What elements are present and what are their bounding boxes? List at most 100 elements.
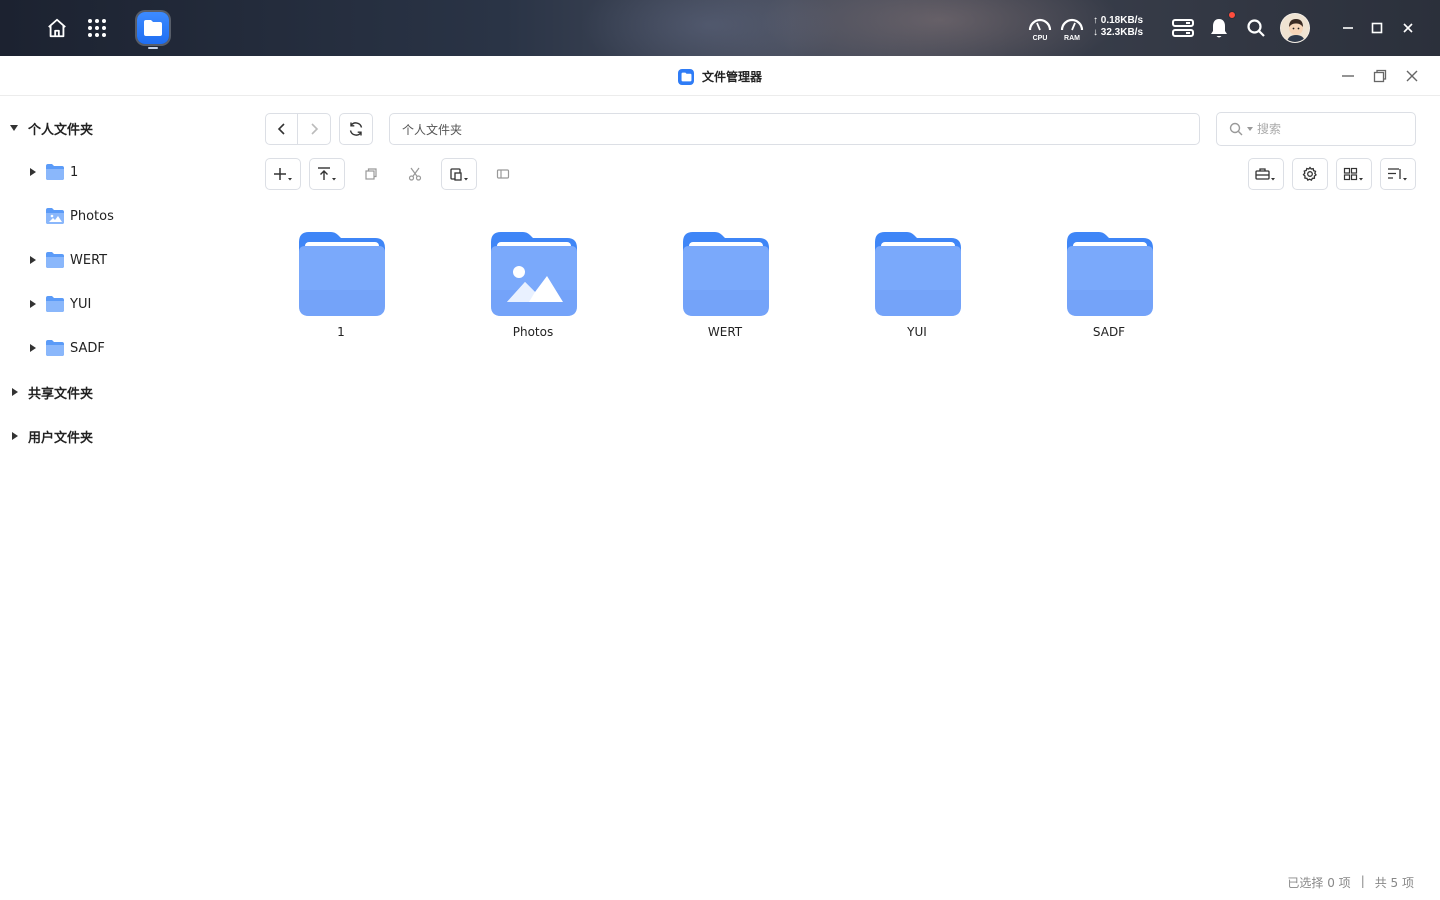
tree-item-folder-sadf[interactable]: SADF <box>0 326 246 370</box>
caret-right-icon[interactable] <box>29 344 37 352</box>
taskbar-maximize-icon[interactable] <box>1361 12 1393 44</box>
selected-count: 已选择 0 项 <box>1287 876 1351 890</box>
folder-name: Photos <box>512 325 554 339</box>
folder-icon <box>683 232 769 316</box>
folder-icon <box>46 252 64 268</box>
window-title: 文件管理器 <box>678 68 762 85</box>
rename-icon <box>496 169 510 179</box>
tree-item-user-folder[interactable]: 用户文件夹 <box>0 414 246 458</box>
path-bar[interactable]: 个人文件夹 <box>389 113 1200 145</box>
server-status-icon[interactable] <box>1167 12 1199 44</box>
new-button[interactable] <box>265 158 301 190</box>
home-icon[interactable] <box>41 12 73 44</box>
tree-label: YUI <box>70 296 92 312</box>
tools-button[interactable] <box>1248 158 1284 190</box>
upload-speed: ↑ 0.18KB/s <box>1093 15 1144 26</box>
status-bar: 已选择 0 项 | 共 5 项 <box>1287 874 1414 891</box>
rename-button[interactable] <box>487 158 519 190</box>
folder-icon <box>299 232 385 316</box>
tree-item-folder-1[interactable]: 1 <box>0 150 246 194</box>
ram-label: RAM <box>1064 35 1080 42</box>
folder-icon <box>46 296 64 312</box>
upload-button[interactable] <box>309 158 345 190</box>
folder-icon <box>1067 232 1153 316</box>
cpu-gauge-icon <box>1028 18 1052 31</box>
cpu-label: CPU <box>1032 35 1048 42</box>
tree-item-folder-wert[interactable]: WERT <box>0 238 246 282</box>
system-taskbar: CPU RAM ↑ 0.18KB/s ↓ 32.3KB/s <box>0 0 1440 56</box>
tree-item-folder-yui[interactable]: YUI <box>0 282 246 326</box>
tree-label: 共享文件夹 <box>28 386 94 402</box>
folder-name: SADF <box>1092 325 1126 339</box>
window-titlebar: 文件管理器 <box>0 56 1440 96</box>
path-text: 个人文件夹 <box>402 122 463 137</box>
sort-button[interactable] <box>1380 158 1416 190</box>
caret-down-icon[interactable] <box>10 124 18 132</box>
history-nav <box>265 113 331 145</box>
caret-right-icon[interactable] <box>29 256 37 264</box>
window-close-icon[interactable] <box>1402 66 1422 86</box>
folder-name: YUI <box>907 325 927 339</box>
caret-right-icon[interactable] <box>29 168 37 176</box>
settings-button[interactable] <box>1292 158 1328 190</box>
user-avatar[interactable] <box>1280 13 1310 43</box>
chevron-left-icon <box>277 123 285 135</box>
window-restore-icon[interactable] <box>1370 66 1390 86</box>
upload-icon <box>318 167 336 181</box>
folder-item-1[interactable]: 1 <box>286 230 396 350</box>
tree-item-personal-folder[interactable]: 个人文件夹 <box>0 106 246 150</box>
folder-item-sadf[interactable]: SADF <box>1054 230 1164 350</box>
refresh-icon <box>349 122 363 136</box>
view-mode-button[interactable] <box>1336 158 1372 190</box>
tree-label: WERT <box>70 252 108 268</box>
caret-right-icon[interactable] <box>11 388 19 396</box>
background-glow <box>580 0 840 56</box>
gear-icon <box>1302 166 1317 181</box>
active-app-indicator <box>148 47 158 49</box>
chevron-right-icon <box>311 123 319 135</box>
search-field[interactable] <box>1216 112 1416 146</box>
tree-label: 1 <box>70 164 79 180</box>
tree-label: SADF <box>70 340 105 356</box>
copy-button[interactable] <box>355 158 387 190</box>
taskbar-close-icon[interactable] <box>1392 12 1424 44</box>
file-manager-app-icon[interactable] <box>137 12 169 44</box>
file-manager-icon <box>678 68 694 85</box>
folder-icon <box>46 340 64 356</box>
network-speed[interactable]: ↑ 0.18KB/s ↓ 32.3KB/s <box>1093 15 1143 39</box>
back-button[interactable] <box>266 114 298 144</box>
search-icon[interactable] <box>1240 12 1272 44</box>
search-input[interactable] <box>1257 122 1397 136</box>
taskbar-minimize-icon[interactable] <box>1332 12 1364 44</box>
folder-icon <box>875 232 961 316</box>
tree-item-shared-folder[interactable]: 共享文件夹 <box>0 370 246 414</box>
refresh-button[interactable] <box>339 113 373 145</box>
scissors-icon <box>408 167 422 181</box>
tree-item-folder-photos[interactable]: Photos <box>0 194 246 238</box>
folder-item-yui[interactable]: YUI <box>862 230 972 350</box>
folder-item-photos[interactable]: Photos <box>478 230 588 350</box>
paste-button[interactable] <box>441 158 477 190</box>
paste-icon <box>450 168 468 181</box>
search-icon <box>1229 122 1243 136</box>
plus-icon <box>274 168 292 181</box>
folder-name: 1 <box>337 325 345 339</box>
grid-view-icon <box>1343 167 1363 181</box>
photos-folder-icon <box>491 232 577 316</box>
caret-right-icon[interactable] <box>11 432 19 440</box>
window-title-text: 文件管理器 <box>702 70 763 84</box>
folder-icon <box>46 164 64 180</box>
ram-gauge[interactable]: RAM <box>1059 14 1085 42</box>
app-grid-icon[interactable] <box>81 12 113 44</box>
caret-right-icon[interactable] <box>29 300 37 308</box>
forward-button[interactable] <box>298 114 330 144</box>
cut-button[interactable] <box>399 158 431 190</box>
folder-name: WERT <box>707 325 743 339</box>
total-count: 共 5 项 <box>1374 876 1414 890</box>
cpu-gauge[interactable]: CPU <box>1027 14 1053 42</box>
folder-item-wert[interactable]: WERT <box>670 230 780 350</box>
tree-label: Photos <box>70 208 114 224</box>
notification-dot <box>1228 11 1236 19</box>
window-minimize-icon[interactable] <box>1338 66 1358 86</box>
download-speed: ↓ 32.3KB/s <box>1093 27 1144 38</box>
